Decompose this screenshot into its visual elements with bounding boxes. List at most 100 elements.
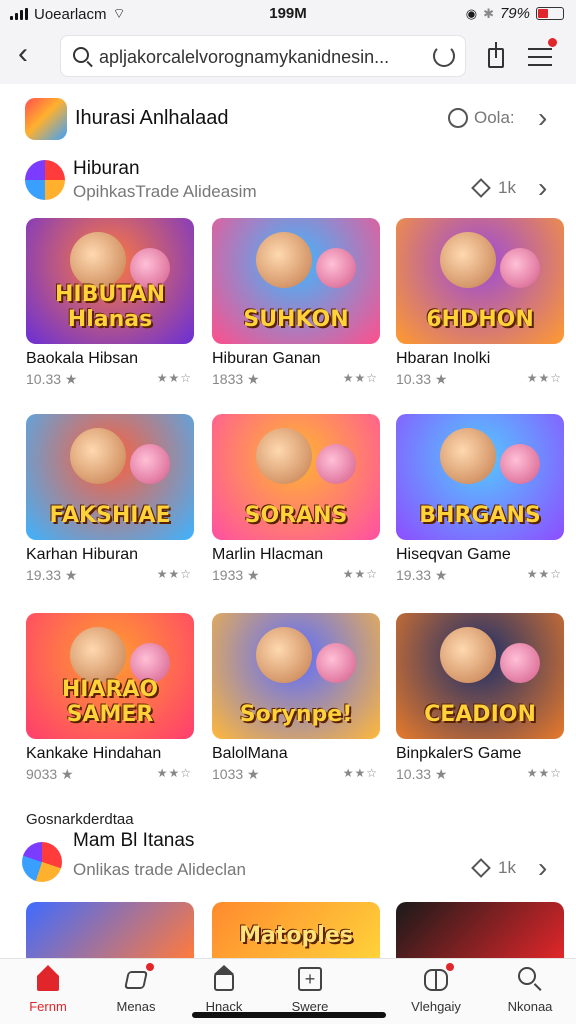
- back-button[interactable]: ‹: [18, 39, 48, 70]
- nav-item-library[interactable]: Vlehgaiy: [396, 963, 476, 1014]
- chevron-right-icon[interactable]: ›: [538, 854, 547, 882]
- open-button[interactable]: Oola:: [448, 108, 515, 128]
- game-title: Marlin Hlacman: [212, 546, 324, 563]
- search-icon: [73, 47, 89, 63]
- circle-icon: [448, 108, 468, 128]
- game-card[interactable]: 6HDHON Hbaran Inolki 10.33 ★ ★★☆: [396, 218, 564, 387]
- notification-dot: [548, 38, 557, 47]
- search-input[interactable]: [99, 44, 417, 70]
- game-title: Hiburan Ganan: [212, 350, 321, 367]
- rating-stars-icon: ★★☆: [342, 567, 378, 581]
- game-card[interactable]: HIBUTAN Hlanas Baokala Hibsan 10.33 ★ ★★☆: [26, 218, 194, 387]
- battery-percent: 79%: [499, 5, 530, 22]
- star-icon: ★: [431, 567, 448, 583]
- featured-app-icon: [25, 98, 67, 140]
- character-image: [130, 444, 170, 484]
- nav-item-search[interactable]: Nkonaa: [490, 965, 570, 1014]
- game-logo: FAKSHIAE: [49, 503, 171, 528]
- game-thumbnail[interactable]: Matoples: [212, 902, 380, 958]
- nav-item-apps[interactable]: Hnack: [184, 965, 264, 1014]
- character-image: [500, 444, 540, 484]
- category-row-2[interactable]: Mam Bl Itanas Onlikas trade Alideclan 1k…: [0, 830, 576, 886]
- game-rating: 10.33: [396, 371, 432, 387]
- status-bar: Uoearlacm ⌔ 199M ◉ ✱ 79%: [0, 0, 576, 28]
- top-bar: ‹: [0, 28, 576, 84]
- refresh-icon[interactable]: [433, 45, 455, 67]
- game-thumbnail[interactable]: [396, 902, 564, 958]
- featured-app-row[interactable]: Ihurasi Anlhalaad Oola: ›: [0, 96, 576, 144]
- star-icon: ★: [431, 371, 448, 387]
- chevron-right-icon[interactable]: ›: [538, 174, 547, 202]
- character-image: [256, 627, 312, 683]
- game-logo: HIBUTAN Hlanas: [55, 282, 165, 332]
- game-card[interactable]: SUHKON Hiburan Ganan 1833 ★ ★★☆: [212, 218, 380, 387]
- character-image: [316, 444, 356, 484]
- character-image: [316, 643, 356, 683]
- game-logo: Sorynpe!: [239, 702, 353, 727]
- star-icon: ★: [61, 567, 78, 583]
- game-rating: 1833: [212, 371, 244, 387]
- game-card[interactable]: CEADION BinpkalerS Game 10.33 ★ ★★☆: [396, 613, 564, 782]
- character-image: [256, 428, 312, 484]
- character-image: [500, 248, 540, 288]
- game-rating: 19.33: [396, 567, 432, 583]
- game-rating: 10.33: [396, 766, 432, 782]
- game-thumbnail[interactable]: BHRGANS: [396, 414, 564, 540]
- game-card[interactable]: [396, 902, 564, 958]
- chevron-right-icon[interactable]: ›: [538, 104, 547, 132]
- section-label: Gosnarkderdtaa: [26, 811, 134, 828]
- category-icon: [25, 160, 65, 200]
- game-logo: HIARAO SAMER: [61, 677, 159, 727]
- game-card[interactable]: [26, 902, 194, 958]
- location-icon: ◉: [465, 5, 478, 21]
- share-icon[interactable]: [482, 40, 514, 72]
- game-thumbnail[interactable]: FAKSHIAE: [26, 414, 194, 540]
- category-2-title: Mam Bl Itanas: [73, 830, 195, 851]
- character-image: [500, 643, 540, 683]
- game-title: Hbaran Inolki: [396, 350, 491, 367]
- category-2-subtitle: Onlikas trade Alideclan: [73, 860, 246, 879]
- star-icon: ★: [243, 371, 260, 387]
- character-image: [70, 232, 126, 288]
- game-thumbnail[interactable]: 6HDHON: [396, 218, 564, 344]
- game-card[interactable]: SORANS Marlin Hlacman 1933 ★ ★★☆: [212, 414, 380, 583]
- star-icon: ★: [61, 371, 78, 387]
- game-rating: 19.33: [26, 567, 62, 583]
- search-bar[interactable]: [60, 35, 466, 77]
- game-rating: 1933: [212, 567, 244, 583]
- rating-stars-icon: ★★☆: [526, 766, 562, 780]
- game-card[interactable]: Sorynpe! BalolMana 1033 ★ ★★☆: [212, 613, 380, 782]
- game-thumbnail[interactable]: CEADION: [396, 613, 564, 739]
- game-thumbnail[interactable]: [26, 902, 194, 958]
- featured-app-title: Ihurasi Anlhalaad: [75, 107, 229, 129]
- star-icon: ★: [243, 567, 260, 583]
- game-card[interactable]: Matoples: [212, 902, 380, 958]
- rating-stars-icon: ★★☆: [156, 567, 192, 581]
- game-card[interactable]: FAKSHIAE Karhan Hiburan 19.33 ★ ★★☆: [26, 414, 194, 583]
- game-rating: 9033: [26, 766, 58, 782]
- game-thumbnail[interactable]: Sorynpe!: [212, 613, 380, 739]
- game-thumbnail[interactable]: HIBUTAN Hlanas: [26, 218, 194, 344]
- library-icon: [422, 963, 454, 993]
- category-row[interactable]: Hiburan OpihkasTrade Alideasim 1k ›: [0, 156, 576, 208]
- nav-item-add[interactable]: + Swere: [270, 965, 350, 1014]
- home-icon: [34, 965, 62, 993]
- star-icon: ★: [243, 766, 260, 782]
- battery-icon: [536, 7, 564, 20]
- game-rating: 10.33: [26, 371, 62, 387]
- game-logo: Matoples: [239, 923, 353, 948]
- diamond-icon: [471, 858, 491, 878]
- game-title: Baokala Hibsan: [26, 350, 139, 367]
- category-title: Hiburan: [73, 158, 140, 179]
- category-2-count: 1k: [471, 858, 516, 878]
- category-subtitle: OpihkasTrade Alideasim: [73, 182, 257, 201]
- nav-item-home[interactable]: Fernm: [8, 965, 88, 1014]
- category-2-icon: [22, 842, 62, 882]
- game-thumbnail[interactable]: SUHKON: [212, 218, 380, 344]
- nav-item-games[interactable]: Menas: [96, 963, 176, 1014]
- game-thumbnail[interactable]: HIARAO SAMER: [26, 613, 194, 739]
- game-card[interactable]: BHRGANS Hiseqvan Game 19.33 ★ ★★☆: [396, 414, 564, 583]
- game-card[interactable]: HIARAO SAMER Kankake Hindahan 9033 ★ ★★☆: [26, 613, 194, 782]
- game-thumbnail[interactable]: SORANS: [212, 414, 380, 540]
- game-rating: 1033: [212, 766, 244, 782]
